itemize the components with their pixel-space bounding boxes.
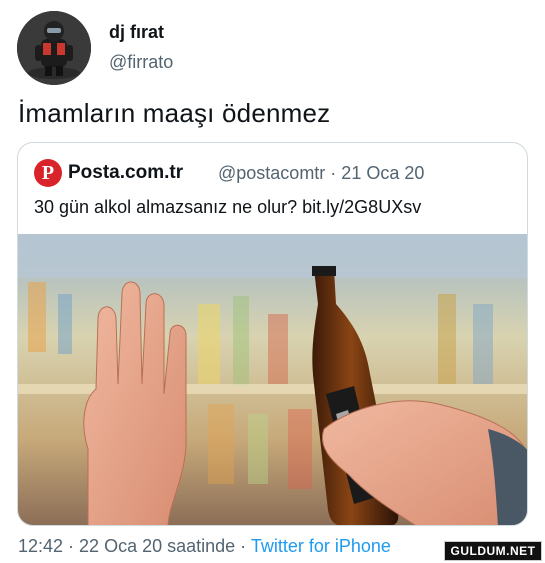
quoted-tweet-header: P Posta.com.tr @postacomtr · 21 Oca 20 — [34, 159, 514, 189]
tweet-footer: 12:42 · 22 Oca 20 saatinde · Twitter for… — [18, 536, 391, 557]
user-handle[interactable]: @firrato — [109, 52, 173, 73]
tweet-timestamp[interactable]: 12:42 · 22 Oca 20 saatinde · — [18, 536, 251, 556]
watermark-text: GULDUM.NET — [450, 544, 536, 558]
watermark: GULDUM.NET — [444, 541, 542, 561]
posta-logo-icon: P — [34, 159, 62, 187]
avatar-motorcyclist-icon — [17, 11, 91, 85]
posta-logo-letter: P — [41, 162, 55, 184]
quoted-display-name[interactable]: Posta.com.tr — [68, 162, 183, 184]
quoted-tweet-text: 30 gün alkol almazsanız ne olur? bit.ly/… — [34, 197, 422, 217]
quoted-tweet-image[interactable] — [18, 234, 527, 525]
hand-refusing-beer-image — [18, 234, 527, 525]
tweet-header: dj fırat @firrato — [16, 10, 516, 85]
quoted-tweet-card[interactable]: P Posta.com.tr @postacomtr · 21 Oca 20 3… — [17, 142, 528, 526]
tweet-text: İmamların maaşı ödenmez — [18, 98, 331, 128]
tweet-source-link[interactable]: Twitter for iPhone — [251, 536, 391, 556]
display-name[interactable]: dj fırat — [109, 22, 164, 43]
quoted-meta: @postacomtr · 21 Oca 20 — [218, 163, 425, 183]
avatar[interactable] — [17, 11, 91, 85]
